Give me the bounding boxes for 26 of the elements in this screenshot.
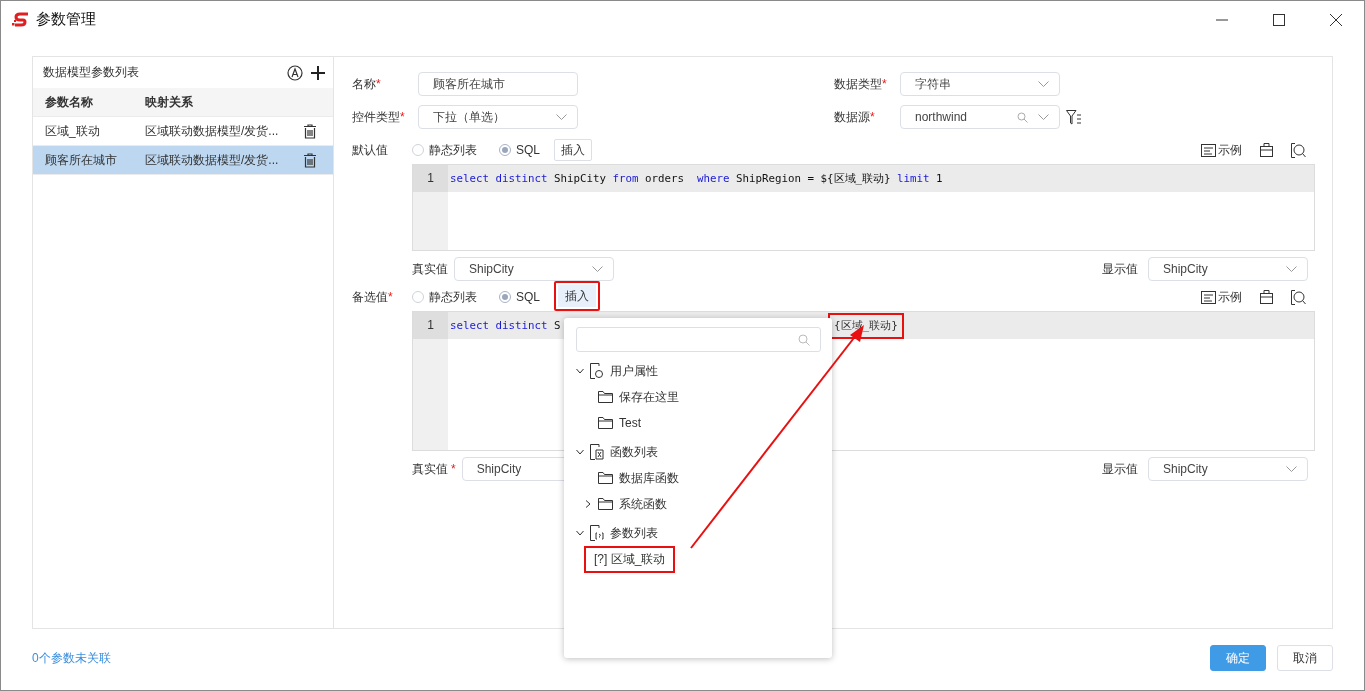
field-label: 数据源* [834,108,876,126]
table-cell-text: 区域_联动 [44,122,101,140]
radio-label: SQL [516,143,540,157]
field-label: 备选值* [352,288,394,306]
table-cell-text: 区域联动数据模型/发货... [145,122,280,140]
table-cell-text: 顾客所在城市 [44,151,118,169]
radio-label: SQL [516,290,540,304]
field-label: 真实值 * [412,460,456,478]
line-number: 1 [413,312,448,339]
field-label: 名称* [352,75,382,93]
radio-label: 静态列表 [429,288,477,306]
code-line: select distinct S [449,317,562,334]
column-header: 映射关系 [145,93,194,111]
field-label: 显示值 [1102,260,1139,278]
column-header: 参数名称 [44,93,94,111]
panel-title: 数据模型参数列表 [43,64,139,81]
line-number: 1 [413,165,448,192]
field-label: 显示值 [1102,460,1139,478]
window-title: 参数管理 [36,10,96,29]
field-label: 数据类型* [834,75,888,93]
radio-label: 静态列表 [429,141,477,159]
table-cell-text: 区域联动数据模型/发货... [145,151,280,169]
field-label: 默认值 [352,141,389,159]
code-line: select distinct ShipCity from orders where ShipRegion = ${区域_联动} limit 1 [449,170,943,187]
field-label: 控件类型* [352,108,406,126]
field-label: 真实值 [412,260,448,278]
